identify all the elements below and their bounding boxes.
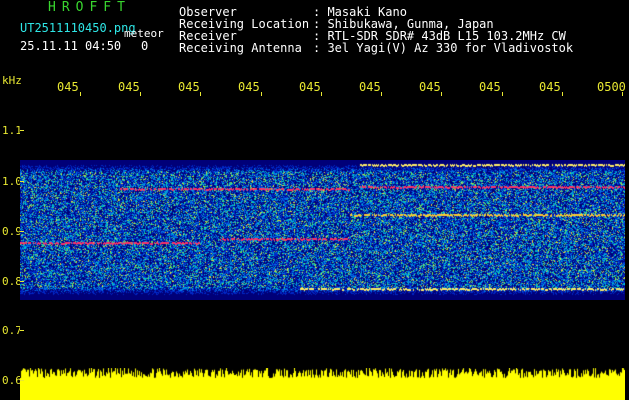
x-tick-label: 045 (539, 80, 561, 94)
y-tick-mark (20, 130, 24, 131)
datetime-label: 25.11.11 04:50 (20, 39, 122, 53)
y-tick-label: 0.7 (2, 324, 22, 337)
y-tick-label: 1.1 (2, 124, 22, 137)
x-tick-mark (562, 92, 563, 96)
y-tick-mark (20, 181, 24, 182)
x-tick-mark (622, 92, 623, 96)
y-tick-mark (20, 281, 24, 282)
y-tick-label: 0.9 (2, 225, 22, 238)
app-title: HROFFT (48, 0, 131, 15)
antenna-value: : 3el Yagi(V) Az 330 for Vladivostok (313, 41, 574, 55)
x-tick-label: 045 (419, 80, 441, 94)
x-tick-mark (200, 92, 201, 96)
x-tick-label: 045 (57, 80, 79, 94)
y-tick-mark (20, 231, 24, 232)
count-label: 0 (141, 39, 149, 53)
y-tick-mark (20, 380, 24, 381)
antenna-label: Receiving Antenna (179, 41, 302, 55)
x-tick-mark (441, 92, 442, 96)
x-tick-mark (502, 92, 503, 96)
y-tick-mark (20, 330, 24, 331)
x-tick-label: 045 (299, 80, 321, 94)
x-tick-label: 045 (178, 80, 200, 94)
x-tick-mark (321, 92, 322, 96)
y-axis-unit: kHz (2, 74, 22, 87)
x-tick-label: 045 (479, 80, 501, 94)
x-tick-label: 045 (238, 80, 260, 94)
filename-label: UT2511110450.png (20, 21, 136, 35)
y-tick-label: 0.6 (2, 374, 22, 387)
spectrogram-waterfall (20, 160, 625, 300)
signal-level-meter (20, 368, 625, 400)
x-tick-label: 045 (359, 80, 381, 94)
x-tick-label: 045 (118, 80, 140, 94)
y-tick-label: 0.8 (2, 275, 22, 288)
y-tick-label: 1.0 (2, 175, 22, 188)
x-tick-mark (381, 92, 382, 96)
x-tick-mark (261, 92, 262, 96)
x-tick-mark (140, 92, 141, 96)
x-tick-mark (80, 92, 81, 96)
